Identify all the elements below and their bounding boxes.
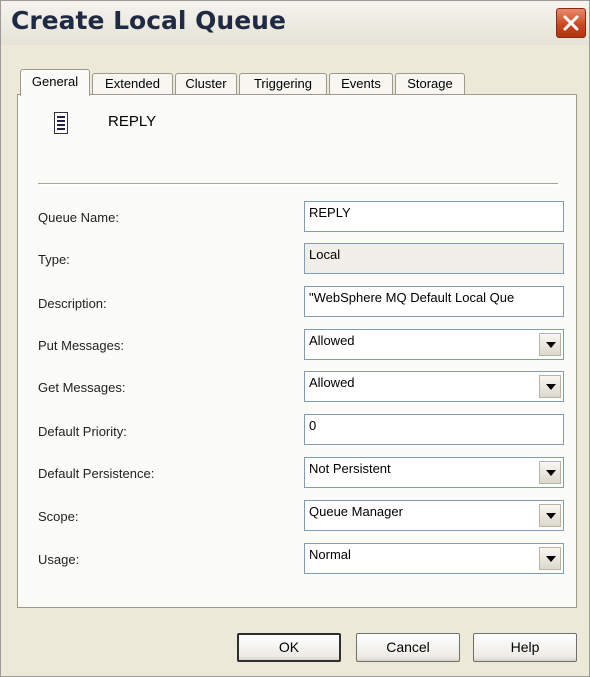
tab-triggering[interactable]: Triggering <box>239 73 327 95</box>
header-separator <box>38 183 558 185</box>
default-persistence-dropdown-button[interactable] <box>539 461 561 484</box>
chevron-down-icon <box>546 470 556 476</box>
default-persistence-value: Not Persistent <box>309 461 391 476</box>
type-label: Type: <box>38 252 70 267</box>
tab-events[interactable]: Events <box>329 73 393 95</box>
help-button[interactable]: Help <box>473 633 577 662</box>
put-messages-dropdown-button[interactable] <box>539 333 561 356</box>
ok-button[interactable]: OK <box>237 633 341 662</box>
chevron-down-icon <box>546 556 556 562</box>
get-messages-dropdown-button[interactable] <box>539 375 561 398</box>
default-priority-label: Default Priority: <box>38 424 127 439</box>
scope-select[interactable]: Queue Manager <box>304 500 564 531</box>
default-persistence-label: Default Persistence: <box>38 466 155 481</box>
usage-label: Usage: <box>38 552 80 567</box>
scope-label: Scope: <box>38 509 79 524</box>
queue-icon <box>54 112 68 134</box>
create-local-queue-dialog: Create Local Queue General Extended Clus… <box>0 0 590 677</box>
put-messages-select[interactable]: Allowed <box>304 329 564 360</box>
get-messages-select[interactable]: Allowed <box>304 371 564 402</box>
queue-name-input[interactable]: REPLY <box>304 201 564 232</box>
window-title: Create Local Queue <box>11 6 286 35</box>
chevron-down-icon <box>546 513 556 519</box>
close-icon <box>563 15 579 31</box>
default-persistence-select[interactable]: Not Persistent <box>304 457 564 488</box>
chevron-down-icon <box>546 342 556 348</box>
scope-dropdown-button[interactable] <box>539 504 561 527</box>
title-bar[interactable]: Create Local Queue <box>1 1 589 45</box>
queue-name-label: Queue Name: <box>38 210 119 225</box>
cancel-button[interactable]: Cancel <box>356 633 460 662</box>
usage-select[interactable]: Normal <box>304 543 564 574</box>
chevron-down-icon <box>546 384 556 390</box>
tab-cluster[interactable]: Cluster <box>175 73 237 95</box>
put-messages-value: Allowed <box>309 333 355 348</box>
close-button[interactable] <box>556 8 586 38</box>
get-messages-value: Allowed <box>309 375 355 390</box>
type-field: Local <box>304 243 564 274</box>
general-panel: REPLY Queue Name: REPLY Type: Local Desc… <box>17 94 577 608</box>
tab-extended[interactable]: Extended <box>92 73 173 95</box>
scope-value: Queue Manager <box>309 504 403 519</box>
usage-dropdown-button[interactable] <box>539 547 561 570</box>
tab-general[interactable]: General <box>20 69 90 96</box>
usage-value: Normal <box>309 547 351 562</box>
put-messages-label: Put Messages: <box>38 338 124 353</box>
description-input[interactable]: "WebSphere MQ Default Local Que <box>304 286 564 317</box>
queue-header-name: REPLY <box>108 113 157 130</box>
tab-storage[interactable]: Storage <box>395 73 465 95</box>
get-messages-label: Get Messages: <box>38 380 126 395</box>
description-label: Description: <box>38 296 107 311</box>
default-priority-input[interactable]: 0 <box>304 414 564 445</box>
